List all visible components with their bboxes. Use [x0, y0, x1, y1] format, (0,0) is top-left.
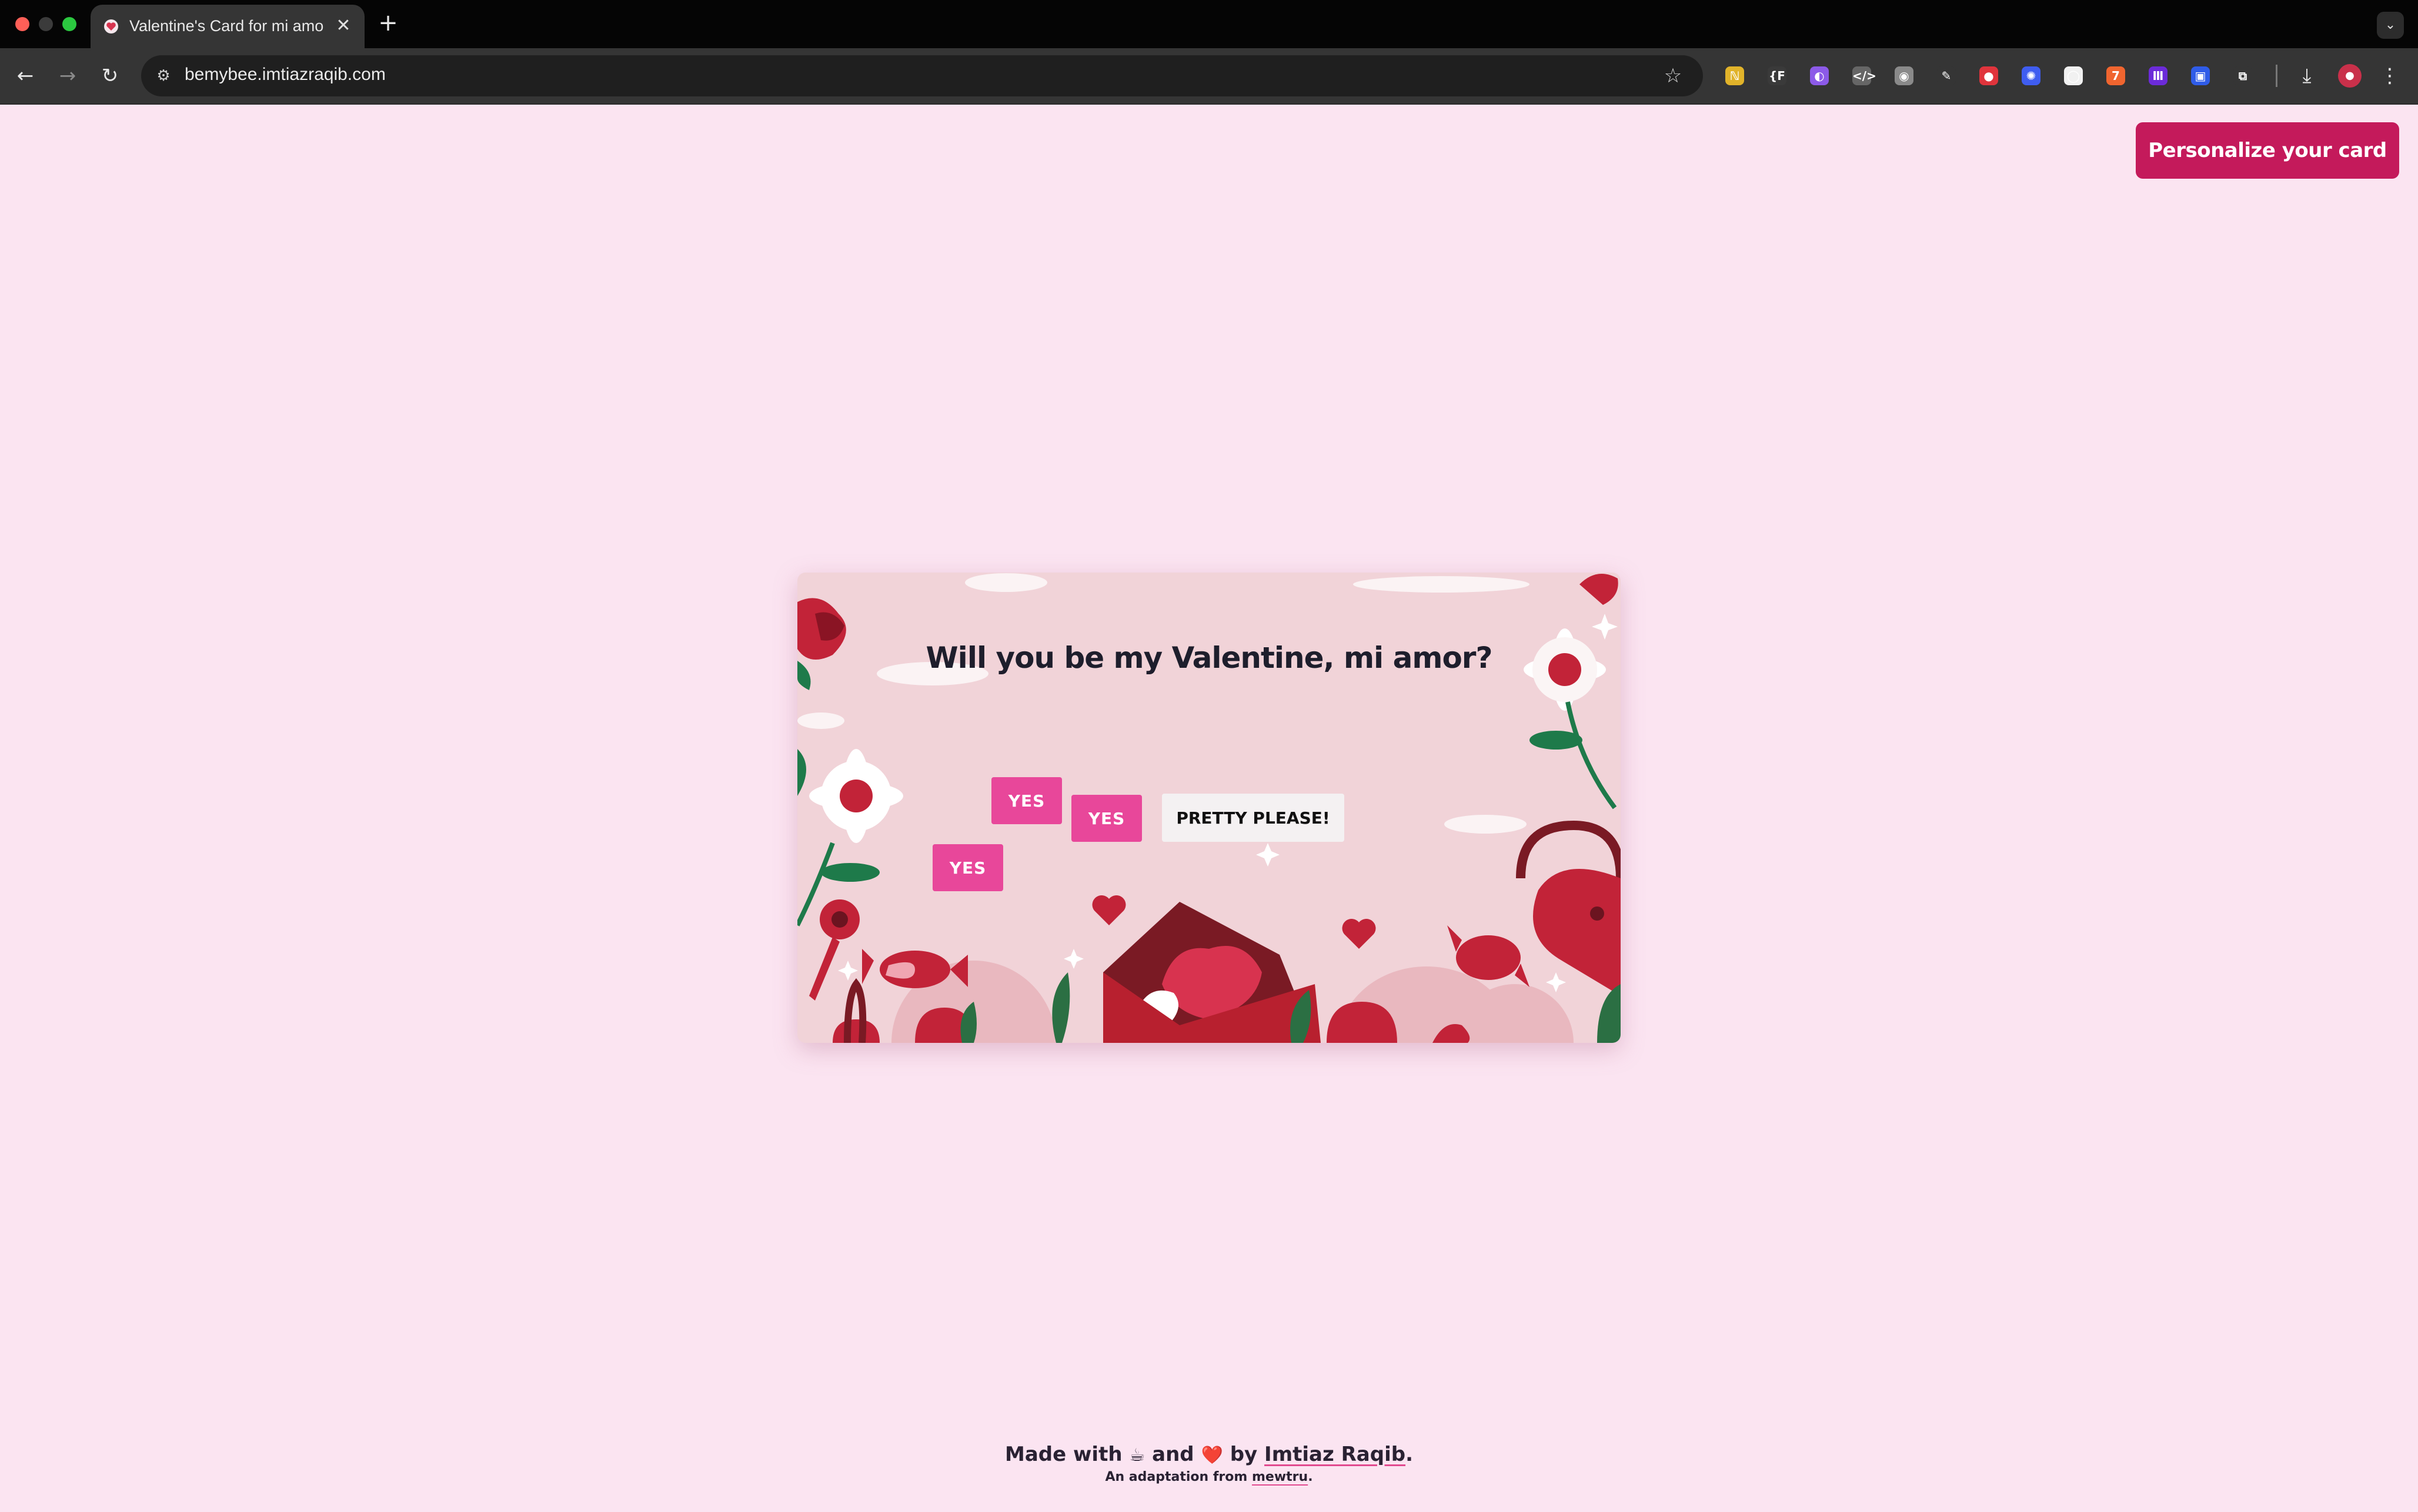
extension-7-icon[interactable]: ●: [1979, 66, 1998, 85]
heart-icon: ❤️: [1201, 1445, 1223, 1466]
new-tab-plus-icon[interactable]: +: [376, 9, 400, 36]
footer-period: .: [1405, 1443, 1413, 1466]
tab-search-chevron-icon[interactable]: ⌄: [2377, 12, 2404, 39]
reload-icon[interactable]: ↻: [95, 61, 125, 91]
eyedropper-extension-icon[interactable]: ✎: [1937, 66, 1956, 85]
browser-menu-icon[interactable]: ⋮: [2378, 62, 2402, 89]
extension-8-icon[interactable]: ✺: [2022, 66, 2040, 85]
site-info-icon[interactable]: ⚙: [152, 64, 175, 88]
extension-1-icon[interactable]: ℕ: [1725, 66, 1744, 85]
extension-12-icon[interactable]: ▣: [2191, 66, 2210, 85]
extension-2-icon[interactable]: {F: [1768, 66, 1786, 85]
footer-adaptation: An adaptation from mewtru.: [0, 1470, 2418, 1484]
coffee-icon: ☕: [1129, 1445, 1145, 1466]
browser-toolbar: ← → ↻ ⚙ bemybee.imtiazraqib.com ☆ ℕ {F ◐ </…: [0, 48, 2418, 105]
address-bar[interactable]: ⚙ bemybee.imtiazraqib.com ☆: [141, 55, 1703, 96]
camera-extension-icon[interactable]: ◉: [1895, 66, 1913, 85]
browser-tab-active[interactable]: Valentine's Card for mi amor ✕: [91, 5, 365, 48]
window-minimize-button[interactable]: [39, 17, 53, 31]
author-link[interactable]: Imtiaz Raqib: [1264, 1443, 1405, 1466]
extension-4-icon[interactable]: </>: [1852, 66, 1876, 85]
valentine-card: Will you be my Valentine, mi amor? YES Y…: [797, 573, 1621, 1043]
extension-9-icon[interactable]: ◯: [2064, 66, 2083, 85]
url-text[interactable]: bemybee.imtiazraqib.com: [185, 65, 386, 85]
footer-by: by: [1230, 1443, 1258, 1466]
download-icon[interactable]: ⤓: [2293, 62, 2320, 89]
browser-tab-bar: Valentine's Card for mi amor ✕ + ⌄: [0, 0, 2418, 48]
mewtru-link[interactable]: mewtru: [1252, 1470, 1308, 1484]
personalize-card-button[interactable]: Personalize your card: [2136, 122, 2399, 179]
bookmark-star-icon[interactable]: ☆: [1659, 62, 1686, 89]
yes-button[interactable]: YES: [991, 777, 1062, 824]
footer-and: and: [1152, 1443, 1194, 1466]
tab-close-icon[interactable]: ✕: [332, 14, 355, 38]
footer-period-2: .: [1308, 1470, 1313, 1484]
puzzle-icon[interactable]: ⧉: [2233, 66, 2252, 85]
extension-3-icon[interactable]: ◐: [1810, 66, 1829, 85]
pretty-please-button[interactable]: PRETTY PLEASE!: [1162, 794, 1344, 842]
yes-button[interactable]: YES: [1071, 795, 1142, 842]
page-footer: Made with ☕ and ❤️ by Imtiaz Raqib. An a…: [0, 1443, 2418, 1484]
profile-avatar[interactable]: ●: [2338, 64, 2362, 88]
window-close-button[interactable]: [15, 17, 29, 31]
toolbar-divider: [2276, 65, 2277, 87]
heart-favicon-icon: [104, 19, 118, 34]
tab-title: Valentine's Card for mi amor: [129, 17, 323, 35]
card-question: Will you be my Valentine, mi amor?: [926, 641, 1493, 675]
footer-made-with: Made with: [1005, 1443, 1123, 1466]
window-maximize-button[interactable]: [62, 17, 76, 31]
forward-arrow-icon[interactable]: →: [53, 61, 82, 91]
back-arrow-icon[interactable]: ←: [11, 61, 40, 91]
footer-adaptation-text: An adaptation from: [1105, 1470, 1248, 1484]
yes-button[interactable]: YES: [933, 844, 1003, 891]
extension-11-icon[interactable]: Ⅲ: [2149, 66, 2167, 85]
footer-credit: Made with ☕ and ❤️ by Imtiaz Raqib.: [0, 1443, 2418, 1466]
extension-10-icon[interactable]: 7: [2106, 66, 2125, 85]
